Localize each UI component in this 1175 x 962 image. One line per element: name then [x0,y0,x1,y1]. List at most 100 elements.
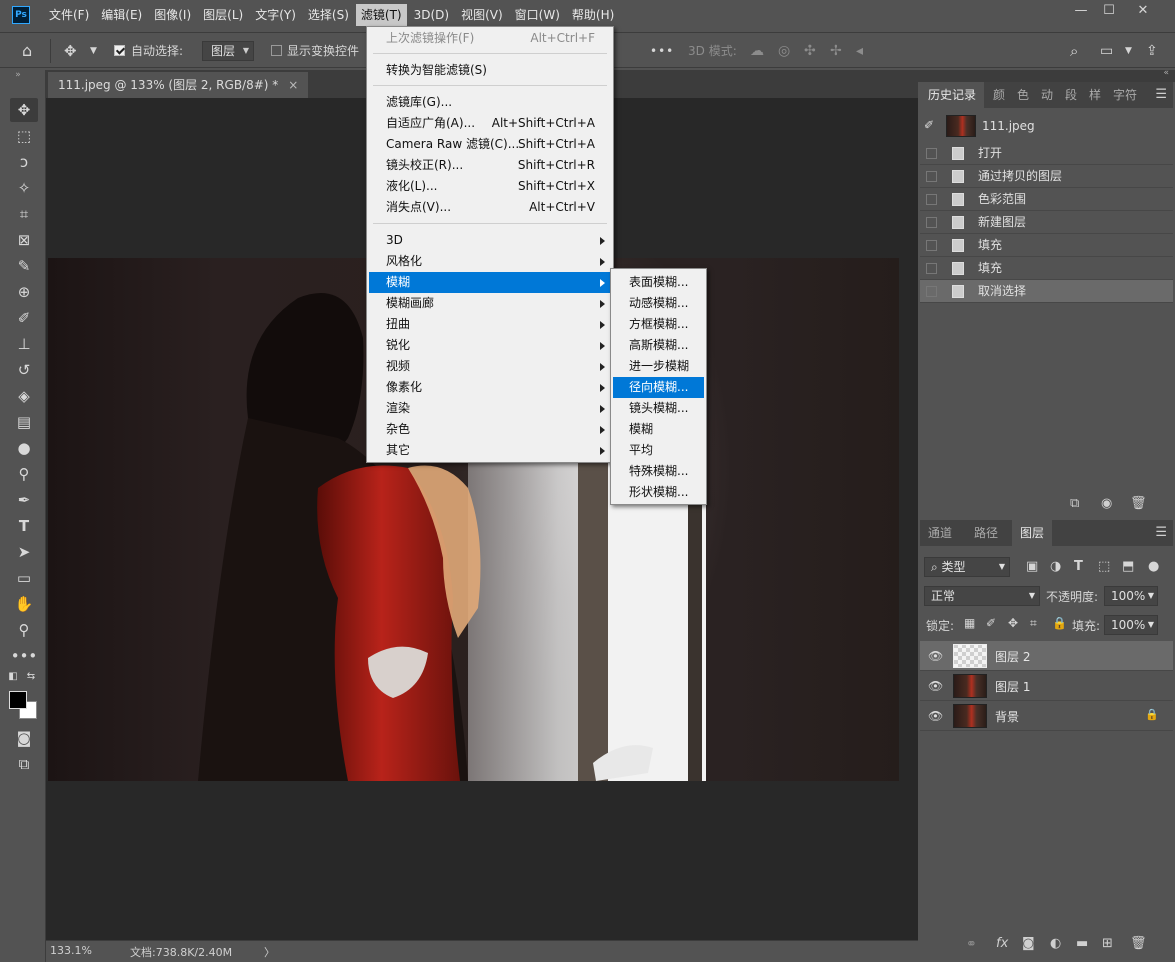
tab-layers[interactable]: 图层 [1012,520,1053,546]
close-tab-icon[interactable]: × [288,78,298,92]
workspace-icon[interactable]: ▭ [1100,33,1113,69]
screen-mode-icon[interactable]: ⧉ [10,752,38,776]
tab-styles[interactable]: 样 [1086,82,1104,108]
history-snapshot[interactable]: ✐ 111.jpeg [920,114,1173,140]
submenu-item-motion-blur[interactable]: 动感模糊... [613,293,704,314]
menu-type[interactable]: 文字(Y) [250,4,301,26]
tab-channels[interactable]: 通道 [920,520,960,546]
quick-mask-icon[interactable]: ◙ [10,726,38,750]
visibility-eye-icon[interactable]: 👁 [928,679,943,693]
delete-layer-icon[interactable]: 🗑 [1130,936,1147,951]
menu-item-vanishing-point[interactable]: 消失点(V)... Alt+Ctrl+V [369,197,611,218]
submenu-item-blur-more[interactable]: 进一步模糊 [613,356,704,377]
collapse-panel-icon[interactable]: « [1163,68,1169,78]
history-brush-source-icon[interactable]: ✐ [924,118,934,132]
tab-swatches[interactable]: 色 [1014,82,1032,108]
menu-item-convert-smart-filter[interactable]: 转换为智能滤镜(S) [369,60,611,81]
filter-shape-icon[interactable]: ⬚ [1098,559,1110,574]
history-source-box[interactable] [926,240,937,251]
filter-pixel-icon[interactable]: ▣ [1026,559,1038,574]
magic-wand-tool-icon[interactable]: ✧ [10,176,38,200]
auto-select-checkbox[interactable] [114,33,125,69]
history-source-box[interactable] [926,171,937,182]
lock-transparent-icon[interactable]: ▦ [964,616,975,630]
menu-item-adaptive-wide-angle[interactable]: 自适应广角(A)... Alt+Shift+Ctrl+A [369,113,611,134]
adjustment-layer-icon[interactable]: ◐ [1050,936,1061,951]
menu-item-other[interactable]: 其它 [369,440,611,461]
auto-select-target-dropdown[interactable]: 图层 ▼ [202,41,254,61]
menu-view[interactable]: 视图(V) [456,4,508,26]
menu-item-filter-gallery[interactable]: 滤镜库(G)... [369,92,611,113]
visibility-eye-icon[interactable]: 👁 [928,709,943,723]
eraser-tool-icon[interactable]: ◈ [10,384,38,408]
layer-row[interactable]: 👁 图层 2 [920,641,1173,671]
3d-slide-icon[interactable]: ✢ [830,33,842,69]
3d-scale-icon[interactable]: ◂ [856,33,863,69]
tab-history[interactable]: 历史记录 [920,82,985,108]
healing-brush-tool-icon[interactable]: ⊕ [10,280,38,304]
menu-edit[interactable]: 编辑(E) [96,4,147,26]
menu-filter[interactable]: 滤镜(T) [355,4,407,26]
lock-icon[interactable]: 🔒 [1145,708,1159,721]
menu-item-liquify[interactable]: 液化(L)... Shift+Ctrl+X [369,176,611,197]
3d-orbit-icon[interactable]: ☁ [750,33,764,69]
menu-layer[interactable]: 图层(L) [198,4,248,26]
submenu-item-surface-blur[interactable]: 表面模糊... [613,272,704,293]
menu-item-video[interactable]: 视频 [369,356,611,377]
clone-stamp-tool-icon[interactable]: ⊥ [10,332,38,356]
close-window-button[interactable]: ✕ [1128,0,1158,22]
type-tool-icon[interactable]: T [10,514,38,538]
edit-toolbar-icon[interactable]: ••• [10,644,38,668]
submenu-item-average[interactable]: 平均 [613,440,704,461]
menu-item-noise[interactable]: 杂色 [369,419,611,440]
menu-item-blur-gallery[interactable]: 模糊画廊 [369,293,611,314]
history-brush-tool-icon[interactable]: ↺ [10,358,38,382]
history-step-selected[interactable]: 取消选择 [920,280,1173,303]
history-step[interactable]: 填充 [920,234,1173,257]
frame-tool-icon[interactable]: ⊠ [10,228,38,252]
layer-filter-kind-dropdown[interactable]: ⌕ 类型 ▼ [924,557,1010,577]
menu-item-3d[interactable]: 3D [369,230,611,251]
submenu-item-shape-blur[interactable]: 形状模糊... [613,482,704,503]
hand-tool-icon[interactable]: ✋ [10,592,38,616]
history-step[interactable]: 色彩范围 [920,188,1173,211]
more-options-button[interactable]: ••• [650,33,674,69]
layer-style-fx-icon[interactable]: fx [996,936,1008,951]
show-transform-checkbox[interactable] [271,33,282,69]
menu-item-distort[interactable]: 扭曲 [369,314,611,335]
share-icon[interactable]: ⇪ [1146,33,1158,69]
link-layers-icon[interactable]: ⚭ [966,937,977,952]
menu-item-lens-correction[interactable]: 镜头校正(R)... Shift+Ctrl+R [369,155,611,176]
menu-3d[interactable]: 3D(D) [409,4,454,26]
delete-icon[interactable]: 🗑 [1130,496,1147,511]
fill-input[interactable]: 100% ▼ [1104,615,1158,635]
visibility-eye-icon[interactable]: 👁 [928,649,943,663]
submenu-item-gaussian-blur[interactable]: 高斯模糊... [613,335,704,356]
swap-colors-icon[interactable]: ⇆ [24,670,38,684]
opacity-input[interactable]: 100% ▼ [1104,586,1158,606]
blend-mode-dropdown[interactable]: 正常 ▼ [924,586,1040,606]
tab-actions[interactable]: 动 [1038,82,1056,108]
layer-row[interactable]: 👁 背景 🔒 [920,701,1173,731]
move-tool-icon[interactable]: ✥ [64,33,77,69]
filter-type-icon[interactable]: T [1074,559,1083,574]
default-colors-icon[interactable]: ◧ [6,670,20,684]
foreground-color-swatch[interactable] [9,691,27,709]
collapse-panel-icon[interactable]: » [4,69,32,81]
chevron-down-icon[interactable]: ▼ [1125,33,1132,69]
history-step[interactable]: 通过拷贝的图层 [920,165,1173,188]
new-snapshot-icon[interactable]: ◉ [1101,496,1112,511]
history-source-box[interactable] [926,263,937,274]
submenu-item-blur[interactable]: 模糊 [613,419,704,440]
layer-row[interactable]: 👁 图层 1 [920,671,1173,701]
menu-image[interactable]: 图像(I) [149,4,196,26]
menu-item-camera-raw[interactable]: Camera Raw 滤镜(C)... Shift+Ctrl+A [369,134,611,155]
gradient-tool-icon[interactable]: ▤ [10,410,38,434]
crop-tool-icon[interactable]: ⌗ [10,202,38,226]
menu-window[interactable]: 窗口(W) [510,4,565,26]
new-group-icon[interactable]: ▬ [1076,936,1088,951]
new-layer-icon[interactable]: ⊞ [1102,936,1113,951]
zoom-tool-icon[interactable]: ⚲ [10,618,38,642]
menu-select[interactable]: 选择(S) [303,4,354,26]
filter-toggle-icon[interactable]: ● [1148,559,1159,574]
